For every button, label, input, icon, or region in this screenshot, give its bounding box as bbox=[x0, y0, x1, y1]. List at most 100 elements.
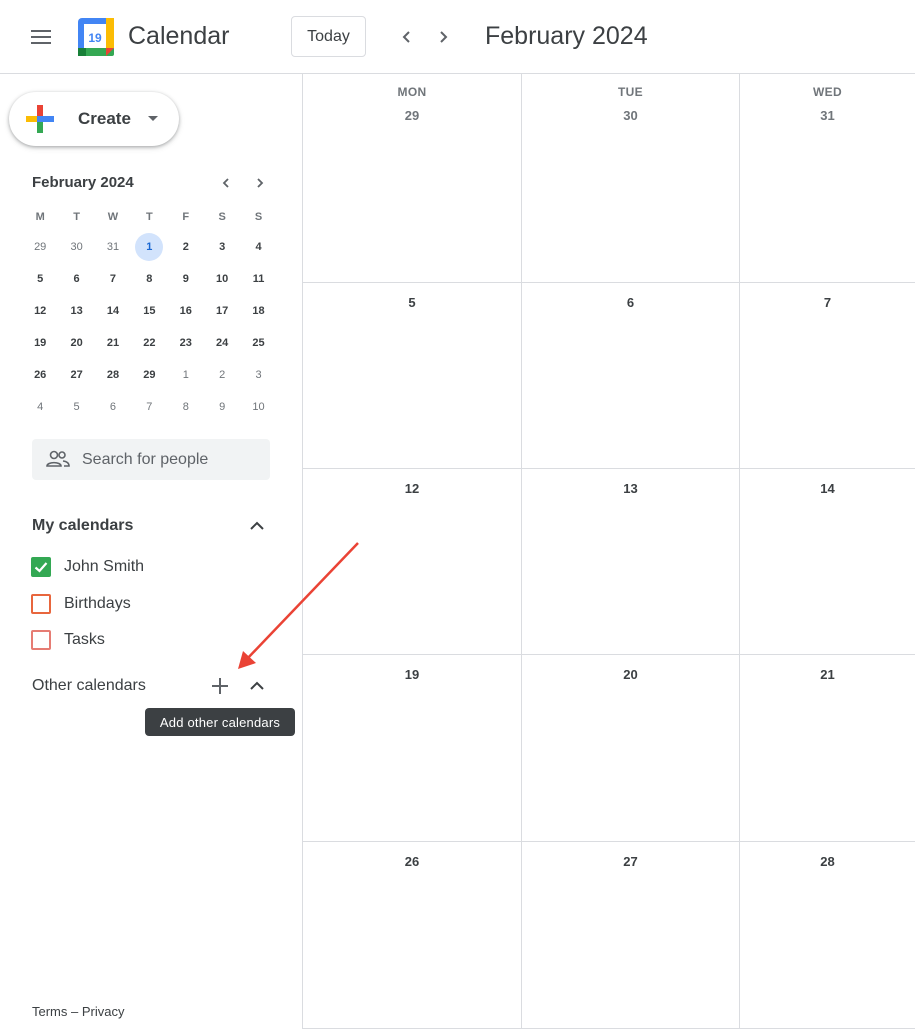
day-number[interactable]: 21 bbox=[740, 667, 915, 682]
today-button[interactable]: Today bbox=[291, 16, 366, 57]
day-cell[interactable]: 12 bbox=[303, 469, 522, 655]
day-number[interactable]: 13 bbox=[522, 481, 739, 496]
day-cell[interactable]: 14 bbox=[740, 469, 915, 655]
day-number[interactable]: 28 bbox=[740, 854, 915, 869]
mini-calendar-day[interactable]: 19 bbox=[22, 327, 58, 359]
search-people-field[interactable]: Search for people bbox=[32, 439, 270, 480]
mini-calendar-day[interactable]: 8 bbox=[168, 391, 204, 423]
main-menu-button[interactable] bbox=[22, 20, 60, 54]
mini-calendar-day-number: 6 bbox=[73, 273, 80, 285]
day-number[interactable]: 31 bbox=[740, 108, 915, 123]
my-calendars-collapse-button[interactable] bbox=[247, 516, 267, 536]
day-cell[interactable]: 21 bbox=[740, 655, 915, 842]
my-calendar-item[interactable]: Birthdays bbox=[31, 592, 131, 616]
calendar-checkbox[interactable] bbox=[31, 557, 51, 577]
mini-calendar-day[interactable]: 9 bbox=[168, 263, 204, 295]
mini-calendar-day[interactable]: 31 bbox=[95, 231, 131, 263]
mini-calendar-day[interactable]: 4 bbox=[240, 231, 276, 263]
previous-period-button[interactable] bbox=[394, 24, 420, 50]
mini-calendar-day[interactable]: 27 bbox=[58, 359, 94, 391]
day-number[interactable]: 12 bbox=[303, 481, 521, 496]
mini-calendar-day[interactable]: 2 bbox=[168, 231, 204, 263]
day-number[interactable]: 30 bbox=[522, 108, 739, 123]
mini-calendar-day[interactable]: 24 bbox=[204, 327, 240, 359]
mini-calendar-day[interactable]: 5 bbox=[58, 391, 94, 423]
day-number[interactable]: 20 bbox=[522, 667, 739, 682]
mini-calendar-day[interactable]: 8 bbox=[131, 263, 167, 295]
my-calendar-item[interactable]: John Smith bbox=[31, 555, 144, 579]
create-button[interactable]: Create bbox=[9, 92, 179, 146]
day-number[interactable]: 7 bbox=[740, 295, 915, 310]
footer-separator: – bbox=[71, 1004, 79, 1019]
add-other-calendars-button[interactable] bbox=[209, 675, 231, 697]
mini-calendar-day[interactable]: 5 bbox=[22, 263, 58, 295]
mini-calendar-day[interactable]: 25 bbox=[240, 327, 276, 359]
terms-link[interactable]: Terms bbox=[32, 1004, 67, 1019]
mini-calendar-day-number: 11 bbox=[252, 273, 265, 285]
my-calendar-item[interactable]: Tasks bbox=[31, 628, 105, 652]
day-number[interactable]: 19 bbox=[303, 667, 521, 682]
mini-calendar-day[interactable]: 11 bbox=[240, 263, 276, 295]
day-cell[interactable]: 5 bbox=[303, 283, 522, 469]
mini-calendar-day[interactable]: 22 bbox=[131, 327, 167, 359]
mini-calendar-day-number: 4 bbox=[255, 241, 262, 253]
calendar-checkbox[interactable] bbox=[31, 630, 51, 650]
mini-calendar-day[interactable]: 6 bbox=[58, 263, 94, 295]
current-month-title: February 2024 bbox=[485, 22, 648, 50]
mini-calendar-day[interactable]: 9 bbox=[204, 391, 240, 423]
mini-calendar-next-button[interactable] bbox=[248, 172, 272, 194]
mini-calendar-day[interactable]: 21 bbox=[95, 327, 131, 359]
day-cell[interactable]: 13 bbox=[522, 469, 740, 655]
day-cell[interactable]: 6 bbox=[522, 283, 740, 469]
day-cell[interactable]: 20 bbox=[522, 655, 740, 842]
mini-calendar-day[interactable]: 2 bbox=[204, 359, 240, 391]
mini-calendar-day[interactable]: 18 bbox=[240, 295, 276, 327]
mini-calendar-day[interactable]: 1 bbox=[168, 359, 204, 391]
other-calendars-collapse-button[interactable] bbox=[247, 676, 267, 696]
day-cell[interactable]: WED 31 bbox=[740, 74, 915, 283]
next-period-button[interactable] bbox=[430, 24, 456, 50]
mini-calendar-day[interactable]: 6 bbox=[95, 391, 131, 423]
mini-calendar-day[interactable]: 16 bbox=[168, 295, 204, 327]
mini-calendar-day[interactable]: 10 bbox=[240, 391, 276, 423]
day-number[interactable]: 27 bbox=[522, 854, 739, 869]
mini-calendar-day[interactable]: 7 bbox=[95, 263, 131, 295]
mini-calendar-day[interactable]: 20 bbox=[58, 327, 94, 359]
mini-calendar-day[interactable]: 23 bbox=[168, 327, 204, 359]
mini-calendar-today[interactable]: 1 bbox=[131, 231, 167, 263]
day-cell[interactable]: MON 29 bbox=[303, 74, 522, 283]
mini-calendar-day[interactable]: 12 bbox=[22, 295, 58, 327]
mini-calendar-prev-button[interactable] bbox=[214, 172, 238, 194]
day-number[interactable]: 14 bbox=[740, 481, 915, 496]
mini-calendar-day[interactable]: 3 bbox=[240, 359, 276, 391]
mini-calendar-day[interactable]: 29 bbox=[131, 359, 167, 391]
mini-calendar-day[interactable]: 4 bbox=[22, 391, 58, 423]
mini-calendar-day[interactable]: 17 bbox=[204, 295, 240, 327]
day-cell[interactable]: 28 bbox=[740, 842, 915, 1029]
mini-calendar-day[interactable]: 7 bbox=[131, 391, 167, 423]
day-cell[interactable]: 19 bbox=[303, 655, 522, 842]
calendar-checkbox[interactable] bbox=[31, 594, 51, 614]
mini-calendar-day[interactable]: 3 bbox=[204, 231, 240, 263]
day-number[interactable]: 6 bbox=[522, 295, 739, 310]
mini-calendar-day[interactable]: 28 bbox=[95, 359, 131, 391]
day-number[interactable]: 29 bbox=[303, 108, 521, 123]
day-number[interactable]: 26 bbox=[303, 854, 521, 869]
mini-calendar-day-number: 23 bbox=[179, 337, 192, 349]
mini-calendar-day[interactable]: 13 bbox=[58, 295, 94, 327]
mini-calendar-day[interactable]: 10 bbox=[204, 263, 240, 295]
plus-icon bbox=[26, 105, 54, 133]
day-cell[interactable]: 27 bbox=[522, 842, 740, 1029]
mini-calendar-day[interactable]: 29 bbox=[22, 231, 58, 263]
day-cell[interactable]: TUE 30 bbox=[522, 74, 740, 283]
mini-calendar-day[interactable]: 14 bbox=[95, 295, 131, 327]
mini-calendar-day[interactable]: 15 bbox=[131, 295, 167, 327]
mini-calendar-weekday: S bbox=[254, 211, 263, 223]
day-cell[interactable]: 26 bbox=[303, 842, 522, 1029]
day-number[interactable]: 5 bbox=[303, 295, 521, 310]
mini-calendar-day[interactable]: 30 bbox=[58, 231, 94, 263]
day-cell[interactable]: 7 bbox=[740, 283, 915, 469]
privacy-link[interactable]: Privacy bbox=[82, 1004, 125, 1019]
mini-calendar-day[interactable]: 26 bbox=[22, 359, 58, 391]
mini-calendar-day-number: 26 bbox=[34, 369, 47, 381]
